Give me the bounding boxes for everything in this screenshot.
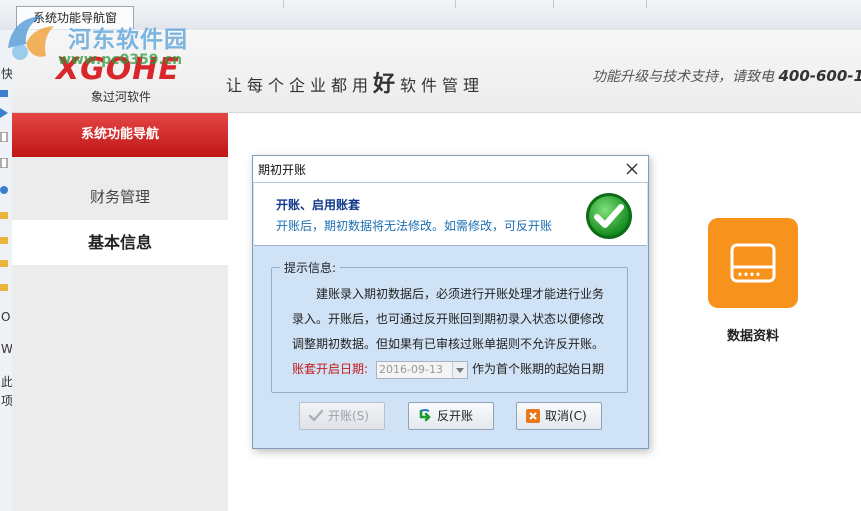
folder-icon[interactable] xyxy=(0,88,8,98)
nav-item-finance[interactable]: 财务管理 xyxy=(12,175,228,220)
undo-arrow-icon xyxy=(419,409,431,422)
open-books-dialog: 期初开账 开账、启用账套 开账后，期初数据将无法修改。如需修改，可反开账 提示信… xyxy=(252,155,649,449)
column-divider xyxy=(646,0,647,8)
checkmark-icon xyxy=(586,193,632,239)
slogan: 让每个企业都用好软件管理 xyxy=(226,66,484,98)
hint-line: 调整期初数据。但如果有已审核过账单据则不允许反开账。 xyxy=(292,337,605,351)
chevron-down-icon xyxy=(452,361,468,378)
folder-icon[interactable] xyxy=(0,210,8,220)
watermark-url: www.pc0359.cn xyxy=(58,52,183,68)
nav-title: 系统功能导航 xyxy=(12,113,228,157)
check-icon xyxy=(308,409,324,422)
support-info: 功能升级与技术支持，请致电 400-600-1 xyxy=(592,66,861,86)
watermark-text: 河东软件园 xyxy=(68,27,188,53)
dialog-title: 期初开账 xyxy=(258,163,307,177)
start-date-picker: 2016-09-13 xyxy=(376,360,469,379)
support-phone: 400-600-1 xyxy=(778,67,861,85)
folder-icon[interactable] xyxy=(0,282,8,292)
open-books-label: 开账(S) xyxy=(328,409,369,423)
reverse-open-button[interactable]: 反开账 xyxy=(408,402,494,430)
hint-line: 录入。开账后，也可通过反开账回到期初录入状态以便修改 xyxy=(292,312,605,326)
hint-group: 提示信息: 建账录入期初数据后，必须进行开账处理才能进行业务 录入。开账后，也可… xyxy=(271,259,628,393)
document-icon[interactable] xyxy=(0,132,8,142)
column-divider xyxy=(283,0,284,8)
watermark: 河东软件园 www.pc0359.cn xyxy=(2,8,202,68)
start-date-row: 账套开启日期: 2016-09-13 作为首个账期的起始日期 xyxy=(292,360,604,379)
start-date-label: 账套开启日期: xyxy=(292,362,369,376)
hint-group-title: 提示信息: xyxy=(280,259,341,276)
slogan-part: 让每个企业都用 xyxy=(226,76,374,95)
hint-line: 建账录入期初数据后，必须进行开账处理才能进行业务 xyxy=(316,287,605,301)
data-resource-tile[interactable] xyxy=(708,218,798,308)
support-text: 功能升级与技术支持，请致电 xyxy=(592,69,774,85)
tile-label: 数据资料 xyxy=(726,329,779,344)
document-icon[interactable] xyxy=(0,158,8,168)
dialog-header: 开账、启用账套 开账后，期初数据将无法修改。如需修改，可反开账 xyxy=(254,183,647,246)
start-date-suffix: 作为首个账期的起始日期 xyxy=(472,362,605,376)
nav-sidebar: 系统功能导航 财务管理 基本信息 xyxy=(12,113,228,511)
column-divider xyxy=(553,0,554,8)
close-icon[interactable] xyxy=(622,159,642,179)
dialog-heading: 开账、启用账套 xyxy=(276,198,361,212)
slogan-part: 软件管理 xyxy=(400,76,485,95)
logo-subtitle: 象过河软件 xyxy=(91,90,152,104)
reverse-open-label: 反开账 xyxy=(437,409,474,423)
nav-item-basic-info[interactable]: 基本信息 xyxy=(12,220,228,265)
cancel-button[interactable]: 取消(C) xyxy=(516,402,602,430)
folder-icon[interactable] xyxy=(0,235,8,245)
column-divider xyxy=(455,0,456,8)
info-icon[interactable] xyxy=(0,185,8,195)
start-date-value: 2016-09-13 xyxy=(379,362,443,376)
dialog-titlebar: 期初开账 xyxy=(253,156,648,183)
slogan-emphasis: 好 xyxy=(373,72,401,97)
folder-icon[interactable] xyxy=(0,258,8,268)
watermark-logo-icon xyxy=(8,16,54,60)
cancel-icon xyxy=(526,409,540,423)
open-books-button: 开账(S) xyxy=(299,402,385,430)
hint-text: 建账录入期初数据后，必须进行开账处理才能进行业务 录入。开账后，也可通过反开账回… xyxy=(292,282,612,357)
cancel-label: 取消(C) xyxy=(545,409,587,423)
arrow-icon[interactable] xyxy=(0,108,8,118)
hard-drive-icon xyxy=(730,243,776,283)
dialog-subheading: 开账后，期初数据将无法修改。如需修改，可反开账 xyxy=(276,219,553,233)
left-strip-char: O xyxy=(1,310,11,324)
